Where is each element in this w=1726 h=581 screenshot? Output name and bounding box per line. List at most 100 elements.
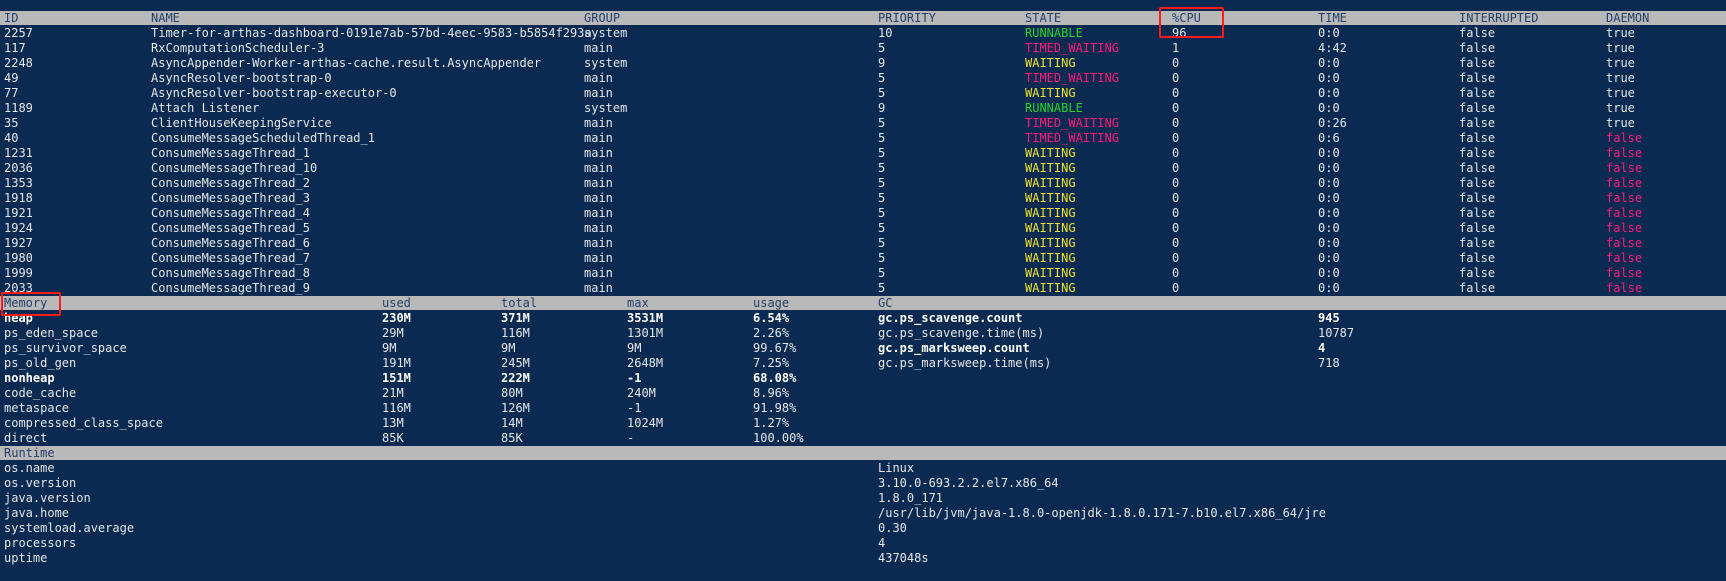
memory-name: nonheap — [4, 371, 55, 385]
thread-row: 49 AsyncResolver-bootstrap-0 main 5 TIMED_WA… — [0, 71, 1726, 86]
memory-total: 14M — [501, 416, 523, 430]
gc-name: gc.ps_scavenge.count — [878, 311, 1023, 325]
thread-state: WAITING — [1025, 146, 1076, 160]
gc-value: 945 — [1318, 311, 1340, 325]
threads-header: ID NAME GROUP PRIORITY STATE %CPU TIME I… — [0, 11, 1726, 25]
memory-name: code_cache — [4, 386, 77, 400]
thread-daemon: true — [1606, 26, 1635, 40]
thread-daemon: true — [1606, 86, 1635, 100]
thread-time: 0:0 — [1318, 26, 1340, 40]
thread-state: WAITING — [1025, 236, 1076, 250]
gc-name: gc.ps_marksweep.time(ms) — [878, 356, 1052, 370]
memory-max: -1 — [627, 401, 642, 415]
thread-interrupted: false — [1459, 101, 1496, 115]
memory-usage: 100.00% — [753, 431, 804, 445]
thread-name: ConsumeMessageThread_10 — [151, 161, 318, 175]
thread-cpu: 0 — [1172, 131, 1180, 145]
memory-name: ps_old_gen — [4, 356, 77, 370]
thread-group: main — [584, 281, 613, 295]
thread-name: ConsumeMessageThread_4 — [151, 206, 310, 220]
runtime-value: 3.10.0-693.2.2.el7.x86_64 — [878, 476, 1059, 490]
thread-id: 2257 — [4, 26, 33, 40]
thread-id: 1921 — [4, 206, 33, 220]
memory-row: direct 85K 85K - 100.00% — [0, 431, 1726, 446]
thread-name: ConsumeMessageThread_5 — [151, 221, 310, 235]
thread-cpu: 0 — [1172, 191, 1180, 205]
thread-interrupted: false — [1459, 161, 1496, 175]
thread-name: ConsumeMessageThread_7 — [151, 251, 310, 265]
thread-name: AsyncResolver-bootstrap-executor-0 — [151, 86, 397, 100]
memory-header: Memory used total max usage GC — [0, 296, 1726, 310]
thread-group: main — [584, 41, 613, 55]
thread-interrupted: false — [1459, 221, 1496, 235]
gc-value: 718 — [1318, 356, 1340, 370]
thread-cpu: 0 — [1172, 236, 1180, 250]
thread-id: 1927 — [4, 236, 33, 250]
thread-cpu: 0 — [1172, 281, 1180, 295]
thread-group: main — [584, 131, 613, 145]
thread-row: 2033 ConsumeMessageThread_9 main 5 WAITING 0 0… — [0, 281, 1726, 296]
thread-time: 0:0 — [1318, 146, 1340, 160]
runtime-row: os.version 3.10.0-693.2.2.el7.x86_64 — [0, 476, 1726, 491]
memory-usage: 91.98% — [753, 401, 797, 415]
thread-name: ConsumeMessageThread_3 — [151, 191, 310, 205]
memory-total: 126M — [501, 401, 530, 415]
col-name: NAME — [151, 11, 180, 25]
thread-priority: 5 — [878, 146, 886, 160]
thread-time: 0:0 — [1318, 281, 1340, 295]
gc-name: gc.ps_marksweep.count — [878, 341, 1030, 355]
thread-id: 1231 — [4, 146, 33, 160]
col-priority: PRIORITY — [878, 11, 936, 25]
col-total: total — [501, 296, 538, 310]
cpu-highlight-box — [1159, 7, 1224, 38]
thread-interrupted: false — [1459, 131, 1496, 145]
thread-group: main — [584, 176, 613, 190]
thread-group: main — [584, 266, 613, 280]
memory-row: compressed_class_space 13M 14M 1024M 1.27% — [0, 416, 1726, 431]
memory-used: 9M — [382, 341, 397, 355]
thread-priority: 5 — [878, 131, 886, 145]
thread-priority: 5 — [878, 71, 886, 85]
thread-state: TIMED_WAITING — [1025, 41, 1119, 55]
thread-state: WAITING — [1025, 281, 1076, 295]
thread-id: 1924 — [4, 221, 33, 235]
thread-state: TIMED_WAITING — [1025, 131, 1119, 145]
runtime-row: systemload.average 0.30 — [0, 521, 1726, 536]
thread-group: main — [584, 146, 613, 160]
thread-row: 35 ClientHouseKeepingService main 5 TIMED_WA… — [0, 116, 1726, 131]
col-usage: usage — [753, 296, 790, 310]
thread-id: 1980 — [4, 251, 33, 265]
col-used: used — [382, 296, 411, 310]
thread-daemon: false — [1606, 206, 1643, 220]
runtime-name: processors — [4, 536, 77, 550]
thread-daemon: false — [1606, 266, 1643, 280]
thread-daemon: true — [1606, 56, 1635, 70]
thread-id: 1353 — [4, 176, 33, 190]
memory-max: 1301M — [627, 326, 664, 340]
thread-daemon: false — [1606, 176, 1643, 190]
thread-daemon: true — [1606, 116, 1635, 130]
runtime-name: java.home — [4, 506, 70, 520]
thread-state: RUNNABLE — [1025, 101, 1083, 115]
thread-state: RUNNABLE — [1025, 26, 1083, 40]
thread-interrupted: false — [1459, 236, 1496, 250]
thread-daemon: false — [1606, 221, 1643, 235]
col-max: max — [627, 296, 649, 310]
memory-row: ps_eden_space 29M 116M 1301M 2.26% gc.ps_scav… — [0, 326, 1726, 341]
runtime-value: 0.30 — [878, 521, 907, 535]
thread-state: WAITING — [1025, 176, 1076, 190]
thread-cpu: 0 — [1172, 86, 1180, 100]
thread-id: 40 — [4, 131, 19, 145]
thread-group: main — [584, 206, 613, 220]
runtime-value: 1.8.0_171 — [878, 491, 944, 505]
thread-time: 0:0 — [1318, 176, 1340, 190]
thread-id: 49 — [4, 71, 19, 85]
col-group: GROUP — [584, 11, 621, 25]
memory-usage: 6.54% — [753, 311, 790, 325]
col-daemon: DAEMON — [1606, 11, 1650, 25]
thread-priority: 10 — [878, 26, 893, 40]
thread-priority: 5 — [878, 206, 886, 220]
thread-daemon: true — [1606, 41, 1635, 55]
thread-row: 1353 ConsumeMessageThread_2 main 5 WAITING 0 0… — [0, 176, 1726, 191]
thread-cpu: 0 — [1172, 56, 1180, 70]
